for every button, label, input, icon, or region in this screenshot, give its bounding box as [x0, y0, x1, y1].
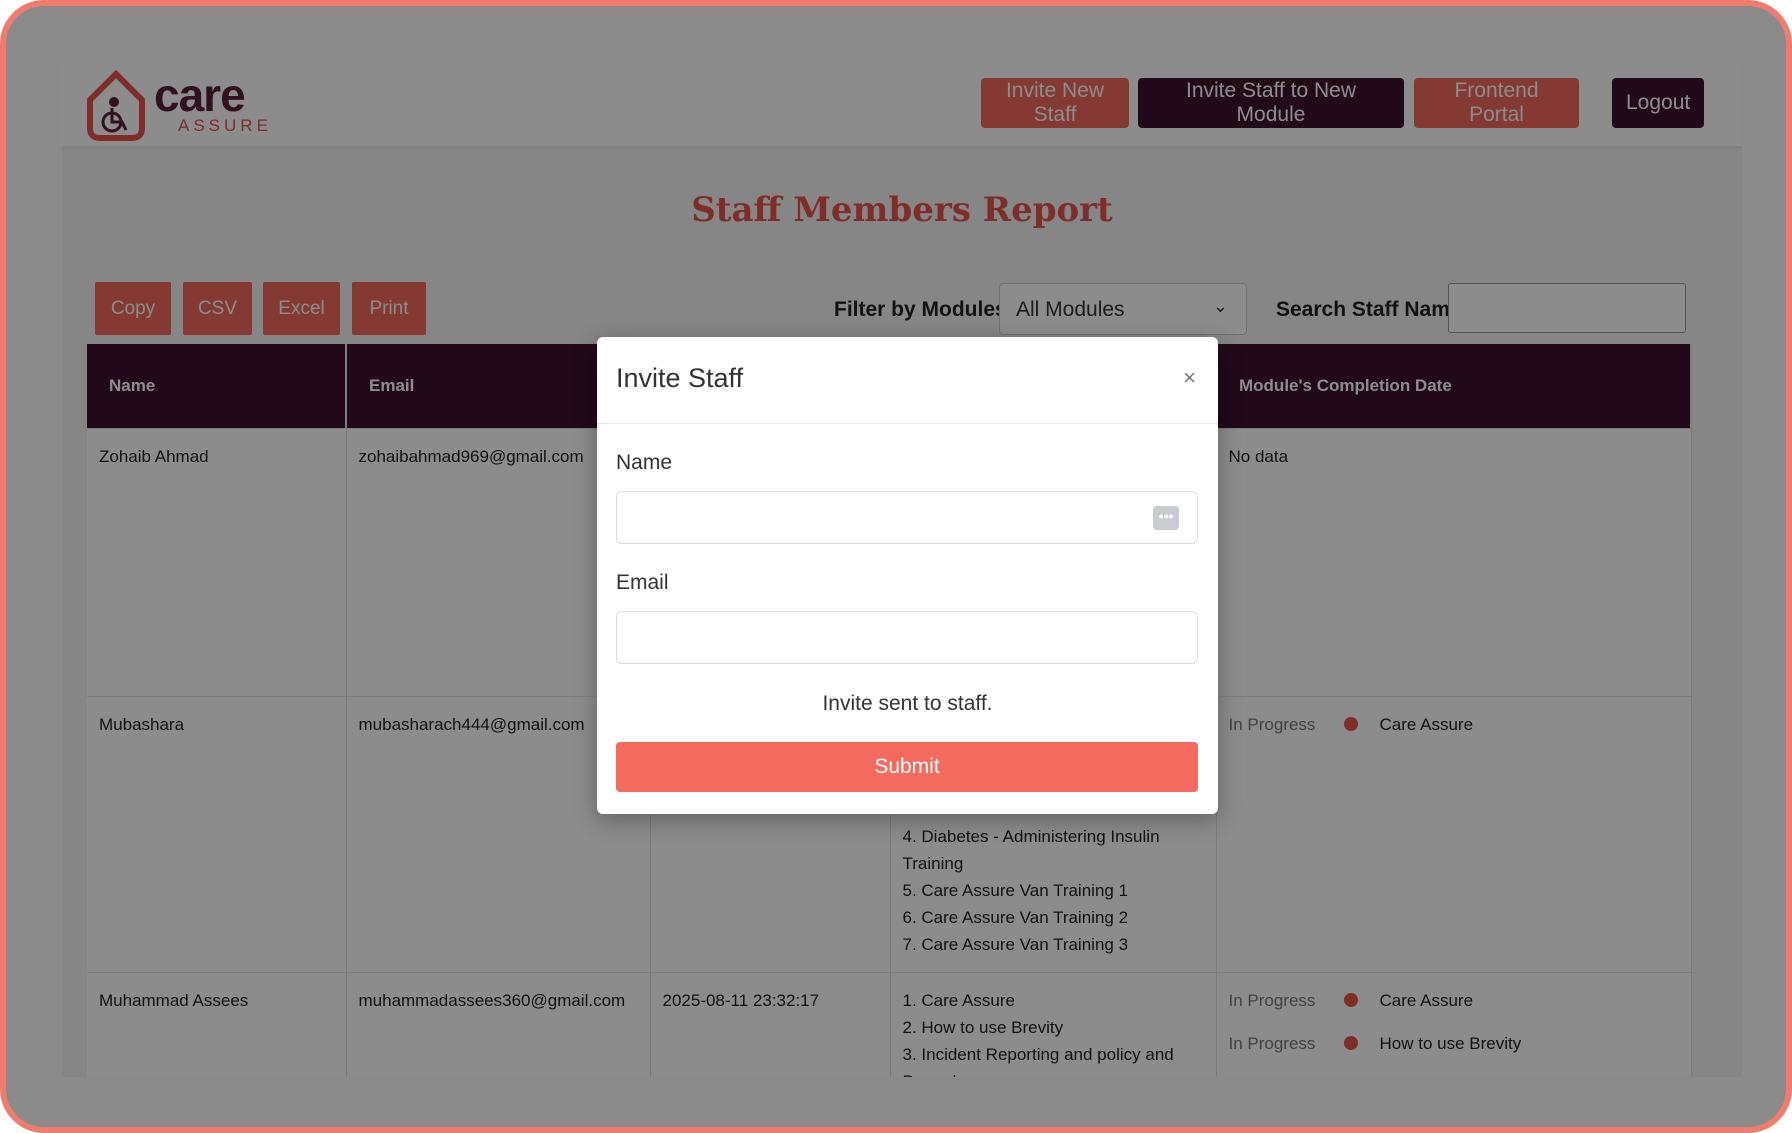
modal-header: Invite Staff ×: [597, 337, 1218, 424]
screenshot-frame: care ASSURE Invite New Staff Invite Staf…: [0, 0, 1792, 1133]
password-manager-icon[interactable]: •••: [1153, 506, 1179, 530]
invite-staff-modal: Invite Staff × Name ••• Email Invite sen…: [597, 337, 1218, 814]
name-field[interactable]: •••: [616, 491, 1198, 544]
email-label: Email: [616, 571, 669, 594]
name-label: Name: [616, 451, 673, 474]
close-icon[interactable]: ×: [1183, 365, 1196, 391]
email-field[interactable]: [616, 611, 1198, 664]
modal-title: Invite Staff: [616, 363, 744, 393]
submit-button[interactable]: Submit: [616, 742, 1198, 792]
invite-status-message: Invite sent to staff.: [822, 692, 993, 715]
